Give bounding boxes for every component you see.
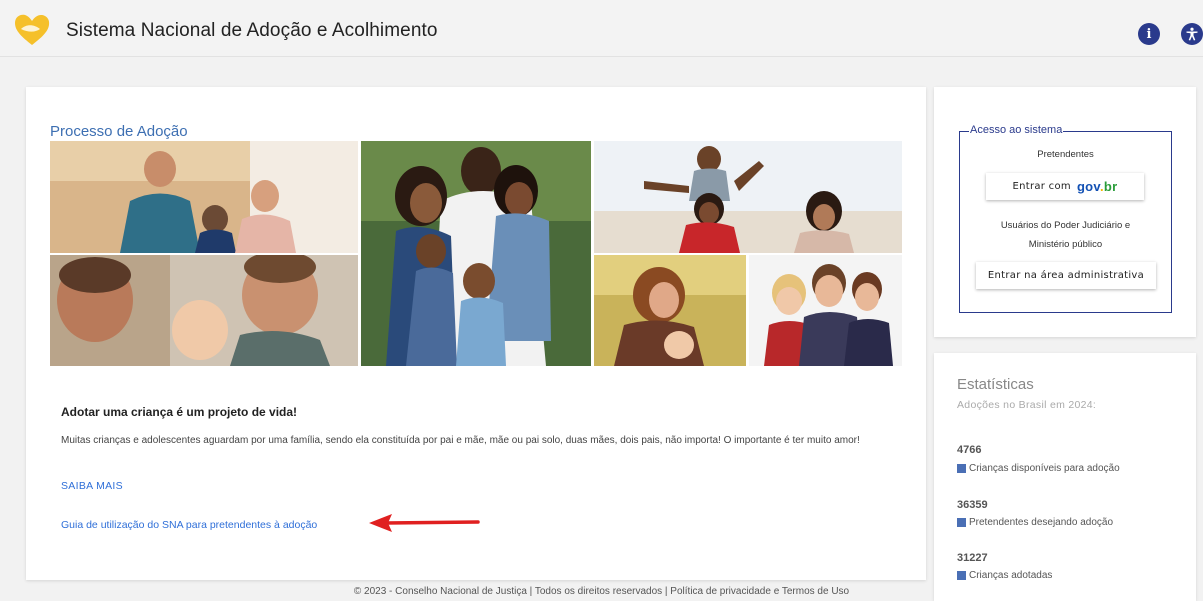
red-arrow-icon <box>369 514 480 532</box>
photo-family-kitchen <box>50 141 358 253</box>
footer: © 2023 - Conselho Nacional de Justiça | … <box>353 586 850 597</box>
heart-logo-icon[interactable] <box>12 12 52 48</box>
stat-label: Crianças disponíveis para adoção <box>957 463 1120 474</box>
gov-login-button[interactable]: Entrar com gov.br <box>986 173 1144 200</box>
photo-father-baby <box>50 255 358 366</box>
admin-login-button[interactable]: Entrar na área administrativa <box>976 262 1156 289</box>
access-fieldset: Acesso ao sistema Pretendentes Entrar co… <box>959 124 1172 313</box>
stat-value: 4766 <box>957 444 982 456</box>
gov-button-prefix: Entrar com <box>1012 181 1071 192</box>
photo-collage <box>50 141 902 366</box>
photo-family-outdoor <box>594 141 902 253</box>
stat-label: Pretendentes desejando adoção <box>957 517 1113 528</box>
stats-subtitle: Adoções no Brasil em 2024: <box>957 399 1097 411</box>
main-card: Processo de Adoção Adotar uma criança é … <box>26 87 926 580</box>
saiba-mais-link[interactable]: SAIBA MAIS <box>61 480 123 492</box>
stat-value: 31227 <box>957 552 988 564</box>
access-card: Acesso ao sistema Pretendentes Entrar co… <box>934 87 1196 337</box>
stats-title: Estatísticas <box>957 376 1034 393</box>
photo-father-boys <box>749 255 902 366</box>
headline: Adotar uma criança é um projeto de vida! <box>61 405 298 419</box>
legend-square-icon <box>957 518 966 527</box>
guide-link[interactable]: Guia de utilização do SNA para pretenden… <box>61 519 317 531</box>
stat-label: Crianças adotadas <box>957 570 1052 581</box>
photo-mother-baby <box>594 255 746 366</box>
judiciary-label-line2: Ministério público <box>1028 239 1103 250</box>
legend-square-icon <box>957 464 966 473</box>
judiciary-label-line1: Usuários do Poder Judiciário e <box>1000 220 1131 231</box>
info-icon[interactable]: i <box>1138 23 1160 45</box>
govbr-logo-icon: gov.br <box>1076 179 1118 194</box>
access-legend: Acesso ao sistema <box>969 124 1064 136</box>
photo-family-hug <box>361 141 591 366</box>
pretendentes-label: Pretendentes <box>1037 149 1094 160</box>
stat-value: 36359 <box>957 499 988 511</box>
body-text: Muitas crianças e adolescentes aguardam … <box>61 435 860 446</box>
top-bar: Sistema Nacional de Adoção e Acolhimento… <box>0 0 1203 57</box>
section-title: Processo de Adoção <box>50 123 188 140</box>
accessibility-icon[interactable] <box>1181 23 1203 45</box>
app-title: Sistema Nacional de Adoção e Acolhimento <box>66 20 438 41</box>
legend-square-icon <box>957 571 966 580</box>
stats-card: Estatísticas Adoções no Brasil em 2024: … <box>934 353 1196 601</box>
